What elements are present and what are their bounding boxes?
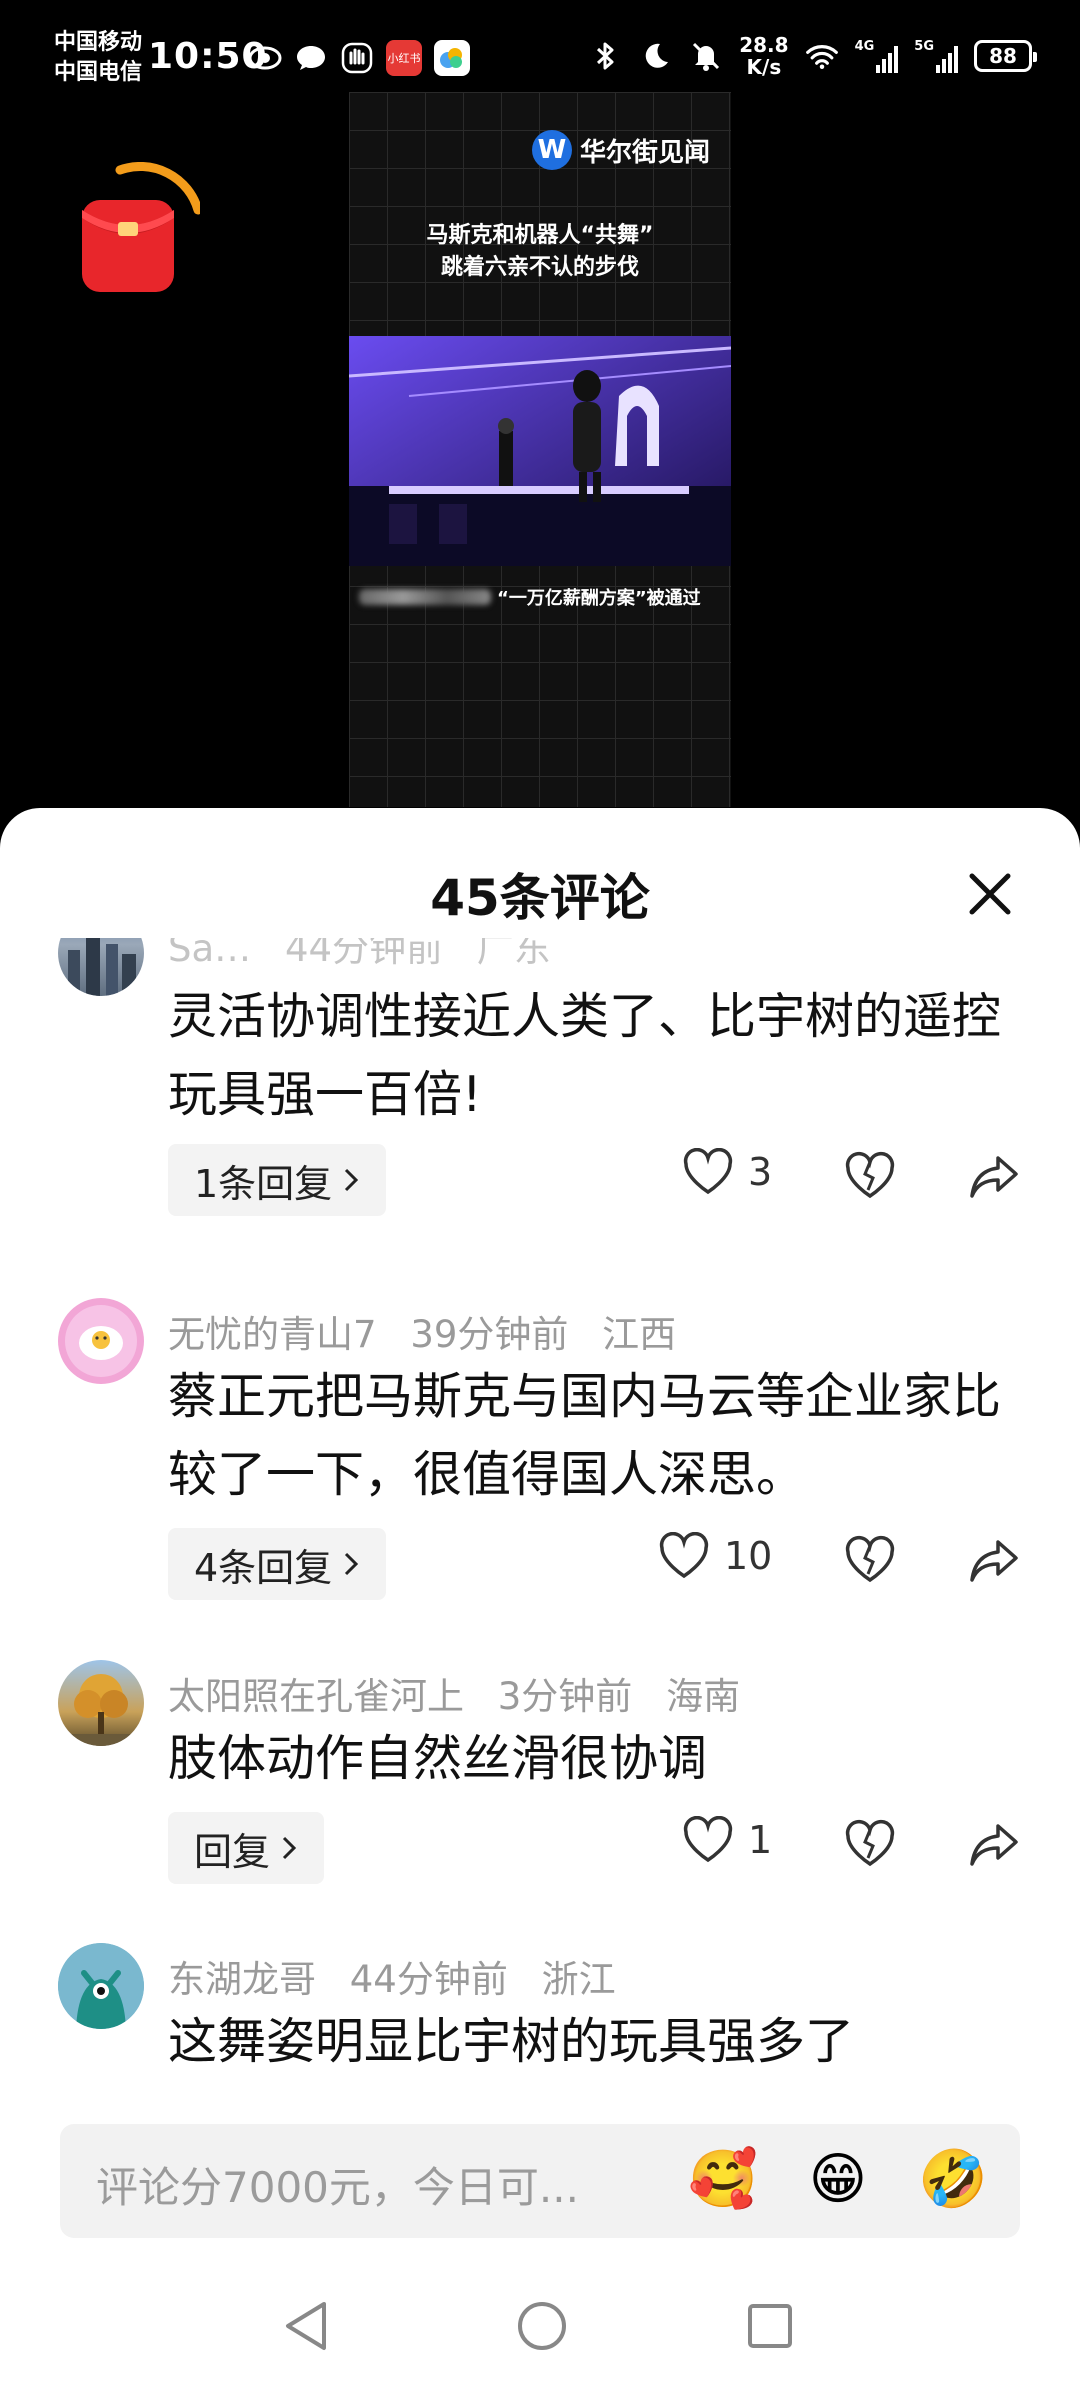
heart-icon: [683, 1148, 733, 1195]
carrier-2: 中国电信: [54, 60, 143, 85]
comment-item: 东湖龙哥 44分钟前 浙江 这舞姿明显比宇树的玩具强多了 首评: [0, 1943, 1080, 2078]
comment-list[interactable]: Sa… 44分钟前 广东 灵活协调性接近人类了、比宇树的遥控玩具强一百倍! 1条…: [0, 938, 1080, 2078]
signal-5g-icon: 5G: [914, 39, 958, 73]
notification-icons: 小红书: [248, 40, 470, 76]
emoji-laugh-icon[interactable]: 🤣: [918, 2146, 988, 2214]
app-notification-icon: [434, 40, 470, 76]
video-title: 马斯克和机器人“共舞” 跳着六亲不认的步伐: [426, 223, 654, 280]
battery-icon: 88: [974, 40, 1037, 72]
comment-sheet: 45条评论 Sa… 44分钟前 广东 灵活协调性接近人类了、比宇树的遥控玩具强一…: [0, 808, 1080, 2388]
video-caption: “一万亿薪酬方案”被通过: [359, 584, 721, 610]
comment-input[interactable]: 评论分7000元，今日可... 🥰 😁 🤣: [60, 2124, 1020, 2238]
back-icon[interactable]: [280, 2298, 332, 2358]
like-button[interactable]: 3: [682, 1148, 772, 1196]
home-icon[interactable]: [514, 2298, 570, 2358]
share-icon[interactable]: [966, 1532, 1022, 1588]
comment-input-placeholder: 评论分7000元，今日可...: [96, 2163, 579, 2212]
wifi-icon: [805, 39, 839, 73]
comment-text: 这舞姿明显比宇树的玩具强多了: [168, 2013, 855, 2070]
video-frame-image: [349, 336, 731, 566]
avatar[interactable]: [58, 1660, 144, 1746]
view-replies-button[interactable]: 1条回复: [168, 1144, 387, 1216]
comment-item: Sa… 44分钟前 广东 灵活协调性接近人类了、比宇树的遥控玩具强一百倍! 1条…: [0, 938, 1080, 1216]
comments-title: 45条评论: [430, 869, 650, 927]
chevron-right-icon: [345, 1168, 359, 1192]
avatar[interactable]: [58, 1943, 144, 2029]
status-bar: 中国移动 中国电信 10:50 小红书 28.8 K/s 4G 5G 88: [0, 0, 1080, 100]
share-icon[interactable]: [966, 1816, 1022, 1872]
comment-meta: Sa… 44分钟前 广东: [168, 938, 551, 970]
chevron-right-icon: [345, 1552, 359, 1576]
chevron-right-icon: [282, 1836, 297, 1860]
like-button[interactable]: 10: [658, 1532, 772, 1580]
heart-icon: [683, 1816, 733, 1863]
reply-button[interactable]: 回复: [168, 1812, 325, 1884]
comment-meta: 无忧的青山7 39分钟前 江西: [168, 1313, 677, 1356]
blurred-text: [359, 589, 491, 605]
xiaohongshu-app-icon: 小红书: [386, 40, 422, 76]
comment-item: 太阳照在孔雀河上 3分钟前 海南 肢体动作自然丝滑很协调 回复 1: [0, 1660, 1080, 1910]
emoji-grin-icon[interactable]: 😁: [804, 2146, 872, 2214]
comment-text: 肢体动作自然丝滑很协调: [168, 1730, 708, 1787]
video-logo: W 华尔街见闻: [532, 130, 710, 170]
moon-icon: [639, 39, 673, 73]
avatar[interactable]: [58, 1298, 144, 1384]
eye-icon: [248, 41, 282, 75]
comment-meta: 太阳照在孔雀河上 3分钟前 海南: [168, 1675, 741, 1718]
navigation-bar: [0, 2270, 1080, 2388]
carrier-1: 中国移动: [54, 30, 143, 55]
video-player[interactable]: W 华尔街见闻 马斯克和机器人“共舞” 跳着六亲不认的步伐 “一万亿薪酬方案”被…: [349, 92, 731, 807]
avatar[interactable]: [58, 938, 144, 996]
bluetooth-icon: [589, 39, 623, 73]
comment-item: 无忧的青山7 39分钟前 江西 蔡正元把马斯克与国内马云等企业家比较了一下，很值…: [0, 1298, 1080, 1628]
comment-text: 蔡正元把马斯克与国内马云等企业家比较了一下，很值得国人深思。: [168, 1368, 1002, 1503]
heart-icon: [659, 1532, 709, 1579]
like-button[interactable]: 1: [682, 1816, 772, 1864]
mute-bell-icon: [689, 39, 723, 73]
close-icon[interactable]: [960, 864, 1020, 924]
dislike-broken-heart-icon[interactable]: [842, 1532, 898, 1588]
network-speed: 28.8 K/s: [739, 33, 789, 79]
emoji-hug-icon[interactable]: 🥰: [688, 2146, 758, 2214]
carrier-info: 中国移动 中国电信: [54, 28, 142, 88]
dislike-broken-heart-icon[interactable]: [842, 1148, 898, 1204]
hand-icon: [340, 41, 374, 75]
comment-text: 灵活协调性接近人类了、比宇树的遥控玩具强一百倍!: [168, 988, 1002, 1123]
view-replies-button[interactable]: 4条回复: [168, 1528, 387, 1600]
chat-bubble-icon: [294, 41, 328, 75]
wallstreetcn-logo-icon: W: [532, 130, 572, 170]
red-packet-icon[interactable]: [80, 162, 203, 302]
system-icons: 28.8 K/s 4G 5G 88: [589, 33, 1037, 79]
comment-meta: 东湖龙哥 44分钟前 浙江: [168, 1958, 616, 2001]
signal-4g-icon: 4G: [855, 39, 899, 73]
recents-icon[interactable]: [744, 2300, 796, 2356]
share-icon[interactable]: [966, 1148, 1022, 1204]
dislike-broken-heart-icon[interactable]: [842, 1816, 898, 1872]
